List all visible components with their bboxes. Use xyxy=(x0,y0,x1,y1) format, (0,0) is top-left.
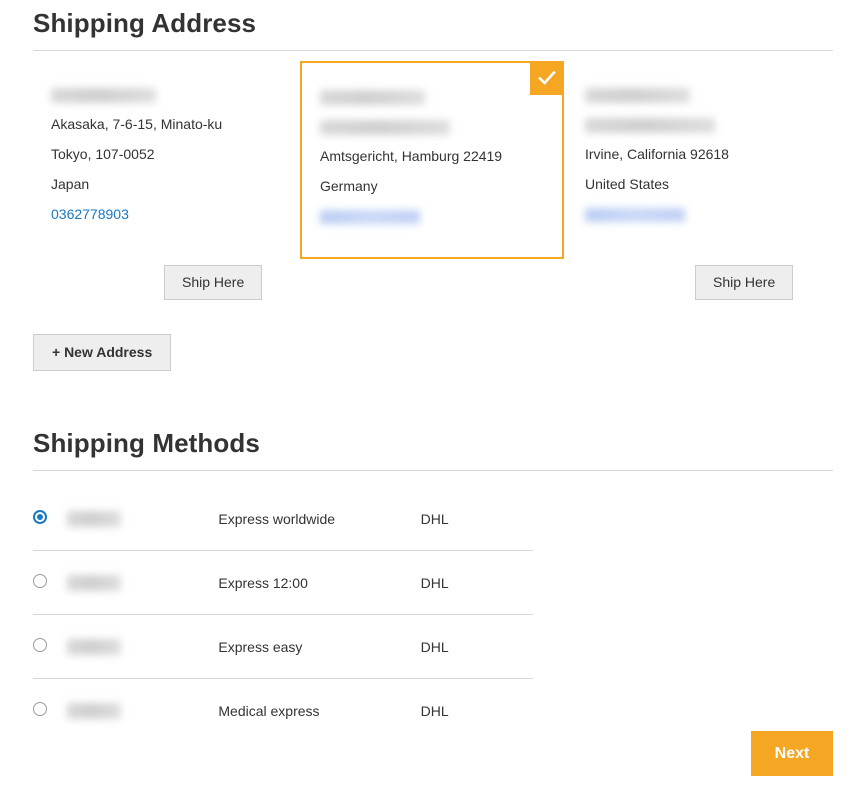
redacted-text xyxy=(66,703,121,720)
table-row[interactable]: Express worldwide DHL xyxy=(33,487,533,551)
shipping-method-price xyxy=(66,614,219,679)
address-card[interactable]: Akasaka, 7-6-15, Minato-ku Tokyo, 107-00… xyxy=(33,69,297,229)
shipping-methods-title: Shipping Methods xyxy=(33,428,260,458)
shipping-methods-divider xyxy=(33,470,833,471)
address-card[interactable]: Irvine, California 92618 United States xyxy=(567,69,831,229)
address-name-redacted xyxy=(585,79,813,109)
address-street: Amtsgericht, Hamburg 22419 xyxy=(320,148,503,164)
redacted-text xyxy=(585,117,715,133)
shipping-method-carrier: DHL xyxy=(420,550,533,615)
shipping-method-radio-cell[interactable] xyxy=(33,487,67,551)
radio-button[interactable] xyxy=(33,638,47,652)
address-phone-redacted[interactable] xyxy=(585,199,813,229)
shipping-methods-table: Express worldwide DHL Express 12:00 DHL xyxy=(33,487,533,742)
shipping-method-radio-cell[interactable] xyxy=(33,614,67,679)
shipping-method-price xyxy=(66,487,219,551)
address-country: Japan xyxy=(51,176,90,192)
shipping-method-name: Medical express xyxy=(218,702,320,719)
shipping-method-carrier: DHL xyxy=(420,487,533,551)
shipping-method-name: Express 12:00 xyxy=(218,550,421,615)
new-address-button[interactable]: + New Address xyxy=(33,334,172,371)
shipping-address-section: Shipping Address Akasaka, 7-6-15, Minato… xyxy=(33,8,833,300)
redacted-text xyxy=(66,639,121,656)
ship-here-container: Ship Here xyxy=(164,265,263,300)
ship-here-button[interactable]: Ship Here xyxy=(695,265,794,300)
redacted-text xyxy=(585,208,685,223)
redacted-text xyxy=(320,119,450,135)
ship-here-button[interactable]: Ship Here xyxy=(164,265,263,300)
address-phone-redacted[interactable] xyxy=(320,201,544,231)
ship-here-container: Ship Here xyxy=(695,265,794,300)
page-title: Shipping Address xyxy=(33,8,257,38)
address-company-redacted xyxy=(320,111,544,141)
radio-button[interactable] xyxy=(33,574,47,588)
next-button[interactable]: Next xyxy=(751,731,833,776)
shipping-method-radio-cell[interactable] xyxy=(33,550,67,615)
address-phone[interactable]: 0362778903 xyxy=(51,199,279,229)
redacted-text xyxy=(320,210,420,225)
address-name-redacted xyxy=(320,81,544,111)
redacted-text xyxy=(585,87,690,103)
table-row[interactable]: Express easy DHL xyxy=(33,614,533,679)
address-country: United States xyxy=(585,176,670,192)
check-icon xyxy=(530,61,564,95)
redacted-text xyxy=(66,575,121,592)
shipping-method-carrier: DHL xyxy=(420,614,533,679)
shipping-method-price xyxy=(66,679,219,743)
address-street: Irvine, California 92618 xyxy=(585,146,729,162)
redacted-text xyxy=(66,511,121,528)
shipping-method-price xyxy=(66,550,219,615)
table-row[interactable]: Medical express DHL xyxy=(33,679,533,743)
address-name-redacted xyxy=(51,79,279,109)
address-company-redacted xyxy=(585,109,813,139)
shipping-method-name: Express easy xyxy=(218,614,421,679)
radio-button[interactable] xyxy=(33,702,47,716)
address-card-selected[interactable]: Amtsgericht, Hamburg 22419 Germany xyxy=(300,61,564,259)
table-row[interactable]: Express 12:00 DHL xyxy=(33,550,533,615)
shipping-methods-section: Shipping Methods Express worldwide DHL E… xyxy=(33,428,833,742)
address-card-list: Akasaka, 7-6-15, Minato-ku Tokyo, 107-00… xyxy=(33,61,833,300)
address-street: Akasaka, 7-6-15, Minato-ku xyxy=(51,116,223,132)
shipping-method-carrier: DHL xyxy=(420,702,449,719)
redacted-text xyxy=(51,87,156,103)
shipping-method-name: Express worldwide xyxy=(218,487,421,551)
redacted-text xyxy=(320,89,425,105)
radio-button-selected[interactable] xyxy=(33,510,47,524)
address-city-state-zip: Tokyo, 107-0052 xyxy=(51,146,155,162)
address-country: Germany xyxy=(320,178,378,194)
shipping-address-divider xyxy=(33,50,833,51)
shipping-method-radio-cell[interactable] xyxy=(33,679,67,743)
